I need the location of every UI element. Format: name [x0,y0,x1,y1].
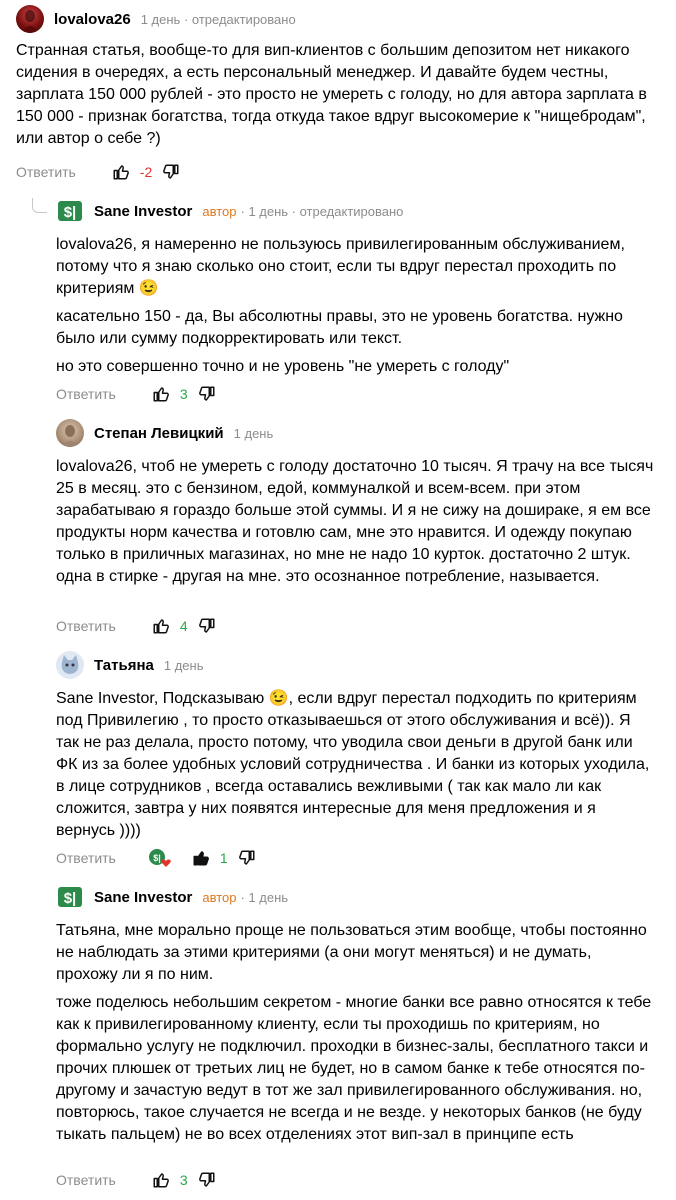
comment-actions: Ответить 4 [56,612,218,640]
thumb-up-icon[interactable] [150,383,172,405]
comment-text: Татьяна, мне морально проще не пользоват… [56,922,647,983]
thumb-down-icon[interactable] [196,1169,218,1191]
reply-button[interactable]: Ответить [56,386,116,402]
avatar-sane-investor-logo[interactable]: $| [56,197,84,225]
comment-text: тоже поделюсь небольшим секретом - многи… [56,994,652,1143]
comment-meta: · 1 день · отредактировано [240,203,404,219]
thumb-down-icon[interactable] [196,615,218,637]
avatar[interactable] [56,419,84,447]
vote-score: 1 [219,850,228,866]
comment-text: касательно 150 - да, Вы абсолютны правы,… [56,308,623,347]
vote-score: 3 [179,1172,188,1188]
comment-author[interactable]: Sane Investor [94,203,192,220]
comment-text: lovalova26, чтоб не умереть с голоду дос… [56,458,654,585]
author-badge: автор [202,889,237,905]
vote-score: -2 [139,164,153,180]
thumb-up-icon[interactable] [190,847,212,869]
comment-author[interactable]: Степан Левицкий [94,425,224,442]
svg-text:$|: $| [64,890,77,907]
thumb-up-icon[interactable] [110,161,132,183]
comment-actions: Ответить -2 [16,158,182,186]
thumb-down-icon[interactable] [196,383,218,405]
reply-button[interactable]: Ответить [56,1172,116,1188]
comment-author[interactable]: Татьяна [94,657,154,674]
comment-sane-investor-2: $| Sane Investor автор · 1 день Татьяна,… [56,880,656,1152]
comment-lovalova26: lovalova26 1 день · отредактировано Стра… [16,2,666,156]
author-badge: автор [202,203,237,219]
comment-sane-investor: $| Sane Investor автор · 1 день · отреда… [56,194,656,384]
comment-text: Sane Investor, Подсказываю 😉, если вдруг… [56,690,650,839]
avatar-photo [22,10,38,33]
thread-connector [32,198,47,213]
thumb-down-icon[interactable] [160,161,182,183]
vote-score: 4 [179,618,188,634]
thumb-up-icon[interactable] [150,615,172,637]
comment-author[interactable]: lovalova26 [54,11,131,28]
comment-stepan: Степан Левицкий 1 день lovalova26, чтоб … [56,416,656,594]
comment-text: lovalova26, я намеренно не пользуюсь при… [56,236,625,297]
comment-meta: 1 день [233,425,274,441]
reply-button[interactable]: Ответить [56,850,116,866]
comment-tatyana: Татьяна 1 день Sane Investor, Подсказыва… [56,648,656,848]
comment-actions: Ответить $| 1 [56,844,258,872]
comment-actions: Ответить 3 [56,1166,218,1194]
vote-score: 3 [179,386,188,402]
svg-text:$|: $| [153,853,161,863]
svg-text:$|: $| [64,204,77,221]
comment-meta: · 1 день [240,889,289,905]
avatar[interactable] [56,651,84,679]
reply-button[interactable]: Ответить [56,618,116,634]
thumb-up-icon[interactable] [150,1169,172,1191]
comment-author[interactable]: Sane Investor [94,889,192,906]
comment-actions: Ответить 3 [56,380,218,408]
comment-meta: 1 день · отредактировано [140,11,296,27]
avatar[interactable] [16,5,44,33]
author-liked-icon: $| [148,847,172,869]
comment-text: но это совершенно точно и не уровень "не… [56,358,510,375]
reply-button[interactable]: Ответить [16,164,76,180]
comment-text: Странная статья, вообще-то для вип-клиен… [16,42,647,147]
thumb-down-icon[interactable] [236,847,258,869]
avatar-sane-investor-logo[interactable]: $| [56,883,84,911]
comment-meta: 1 день [163,657,204,673]
